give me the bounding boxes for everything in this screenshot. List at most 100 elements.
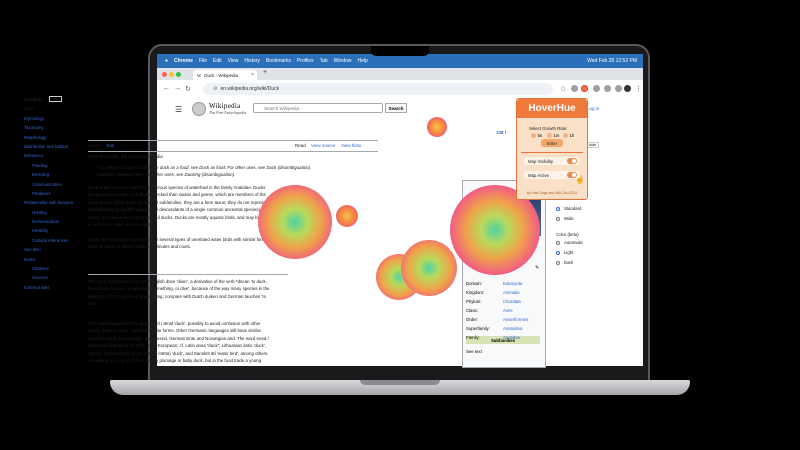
- toc-item[interactable]: Communication: [32, 182, 88, 187]
- apple-icon[interactable]: ●: [165, 58, 168, 64]
- toc-item[interactable]: (Top): [24, 106, 88, 111]
- map-visibility-toggle[interactable]: [567, 158, 577, 164]
- rate-1m-option[interactable]: 1m: [547, 133, 559, 138]
- tab-view-source[interactable]: View source: [311, 143, 335, 148]
- enter-button[interactable]: Enter: [541, 139, 563, 147]
- toc-item[interactable]: Etymology: [24, 116, 88, 121]
- text-line: dive'.: [88, 301, 99, 307]
- wikipedia-logo-icon[interactable]: [192, 102, 206, 116]
- radio-button[interactable]: [556, 250, 560, 255]
- url-field[interactable]: ⚙ en.wikipedia.org/wiki/Duck: [203, 83, 553, 95]
- infobox-value-link[interactable]: Chordata: [503, 299, 521, 304]
- toc-item[interactable]: See also: [24, 247, 88, 252]
- infobox-value-link[interactable]: Eukaryota: [503, 281, 522, 286]
- profile-avatar[interactable]: [624, 85, 631, 92]
- toc-item[interactable]: Cultural references: [32, 238, 88, 243]
- etymology-heading: Etymology: [88, 262, 126, 272]
- toc-item[interactable]: External links: [24, 285, 88, 290]
- hand-cursor-icon: ☝: [575, 175, 585, 184]
- back-arrow-icon[interactable]: ←: [163, 85, 170, 92]
- wikipedia-wordmark[interactable]: Wikipedia: [209, 102, 241, 110]
- from-wikipedia: From Wikipedia, the free encyclopedia: [88, 154, 163, 159]
- wiki-search-button[interactable]: Search: [385, 103, 407, 113]
- menu-tab[interactable]: Tab: [320, 58, 328, 64]
- tab-view-history[interactable]: View histo: [341, 143, 361, 148]
- rate-5s-option[interactable]: 5s: [531, 133, 542, 138]
- zoom-window-button[interactable]: [176, 72, 181, 77]
- toc-item[interactable]: Notes: [24, 257, 88, 262]
- minimize-window-button[interactable]: [169, 72, 174, 77]
- toc-item[interactable]: Predators: [32, 191, 88, 196]
- rate-1m-label: 1m: [553, 133, 560, 138]
- map-active-label: Map Active: [528, 172, 550, 178]
- bookmark-star-icon[interactable]: ☆: [560, 85, 566, 93]
- text-line: bend down low as if to get under somethi…: [88, 286, 270, 292]
- language-button[interactable]: 138 l: [496, 130, 506, 135]
- toc-item[interactable]: Distribution and habitat: [24, 144, 88, 149]
- menubar-clock[interactable]: Wed Feb 28 12:52 PM: [587, 58, 637, 64]
- hoverhue-extension-icon[interactable]: [581, 85, 588, 92]
- menu-file[interactable]: File: [199, 58, 207, 64]
- infobox-value-link[interactable]: Aves: [503, 308, 512, 313]
- infobox-value-link[interactable]: Anatidae: [503, 335, 520, 340]
- browser-menu-icon[interactable]: ⋮: [635, 85, 642, 93]
- toc-item[interactable]: Citations: [32, 266, 88, 271]
- close-tab-icon[interactable]: ×: [251, 72, 254, 78]
- toc-item[interactable]: Heraldry: [32, 228, 88, 233]
- menu-profiles[interactable]: Profiles: [297, 58, 314, 64]
- tab-talk[interactable]: Talk: [106, 143, 114, 148]
- address-toolbar: ← → ↻ ⚙ en.wikipedia.org/wiki/Duck ☆ ⋮: [157, 80, 643, 99]
- infobox-value-link[interactable]: Anseriformes: [503, 317, 528, 322]
- tab-read[interactable]: Read: [295, 143, 306, 148]
- main-menu-icon[interactable]: ☰: [175, 105, 182, 114]
- radio-button[interactable]: [556, 260, 560, 265]
- radio-button[interactable]: [556, 216, 560, 221]
- infobox-value-link[interactable]: Anatoidea: [503, 326, 522, 331]
- menu-bookmarks[interactable]: Bookmarks: [266, 58, 291, 64]
- rate-1h-option[interactable]: 1h: [563, 133, 574, 138]
- toc-hide-button[interactable]: hide: [48, 96, 62, 102]
- toc-item[interactable]: Domestication: [32, 219, 88, 224]
- extensions-puzzle-icon[interactable]: [593, 85, 600, 92]
- toc-item[interactable]: Morphology: [24, 135, 88, 140]
- menu-help[interactable]: Help: [358, 58, 368, 64]
- new-tab-button[interactable]: +: [263, 69, 267, 76]
- duck-photo[interactable]: [513, 196, 541, 236]
- menu-view[interactable]: View: [228, 58, 239, 64]
- reload-icon[interactable]: ↻: [185, 85, 191, 93]
- menu-app[interactable]: Chrome: [174, 58, 193, 64]
- toc-item[interactable]: Breeding: [32, 172, 88, 177]
- extension-icon[interactable]: [571, 85, 578, 92]
- menu-history[interactable]: History: [244, 58, 260, 64]
- browser-tab[interactable]: W Duck - Wikipedia ×: [193, 70, 257, 80]
- toc-item[interactable]: Relationship with humans: [24, 200, 88, 205]
- toc-item[interactable]: Taxonomy: [24, 125, 88, 130]
- infobox-key: Phylum:: [466, 299, 482, 304]
- toc-item[interactable]: Behaviour: [24, 153, 88, 158]
- toc-item[interactable]: Feeding: [32, 163, 88, 168]
- edit-pencil-icon[interactable]: ✎: [535, 265, 539, 271]
- downloads-icon[interactable]: [604, 85, 611, 92]
- menu-edit[interactable]: Edit: [213, 58, 222, 64]
- tab-article[interactable]: Article: [88, 143, 101, 148]
- radio-button[interactable]: [556, 206, 560, 211]
- tab-strip: W Duck - Wikipedia × +: [157, 68, 643, 80]
- menu-window[interactable]: Window: [334, 58, 352, 64]
- title-divider: [88, 140, 378, 141]
- wiki-search-input[interactable]: Search Wikipedia: [253, 103, 383, 113]
- radio-option[interactable]: Wide: [556, 216, 574, 221]
- text-line: A duckling is a young duck in downy plum…: [88, 358, 262, 364]
- infobox-value-link[interactable]: Animalia: [503, 290, 519, 295]
- toc-item[interactable]: Hunting: [32, 210, 88, 215]
- close-window-button[interactable]: [162, 72, 167, 77]
- radio-option[interactable]: Standard: [556, 206, 581, 211]
- text-line: words for duck, for example, Dutch eend,…: [88, 335, 269, 341]
- toc-item[interactable]: Sources: [32, 275, 88, 280]
- sidepanel-icon[interactable]: [615, 85, 622, 92]
- radio-option[interactable]: Automatic: [556, 240, 583, 245]
- radio-option[interactable]: Light: [556, 250, 573, 255]
- radio-option[interactable]: Dark: [556, 260, 573, 265]
- forward-arrow-icon[interactable]: →: [174, 85, 181, 92]
- radio-button[interactable]: [556, 240, 560, 245]
- site-info-icon[interactable]: ⚙: [213, 86, 217, 92]
